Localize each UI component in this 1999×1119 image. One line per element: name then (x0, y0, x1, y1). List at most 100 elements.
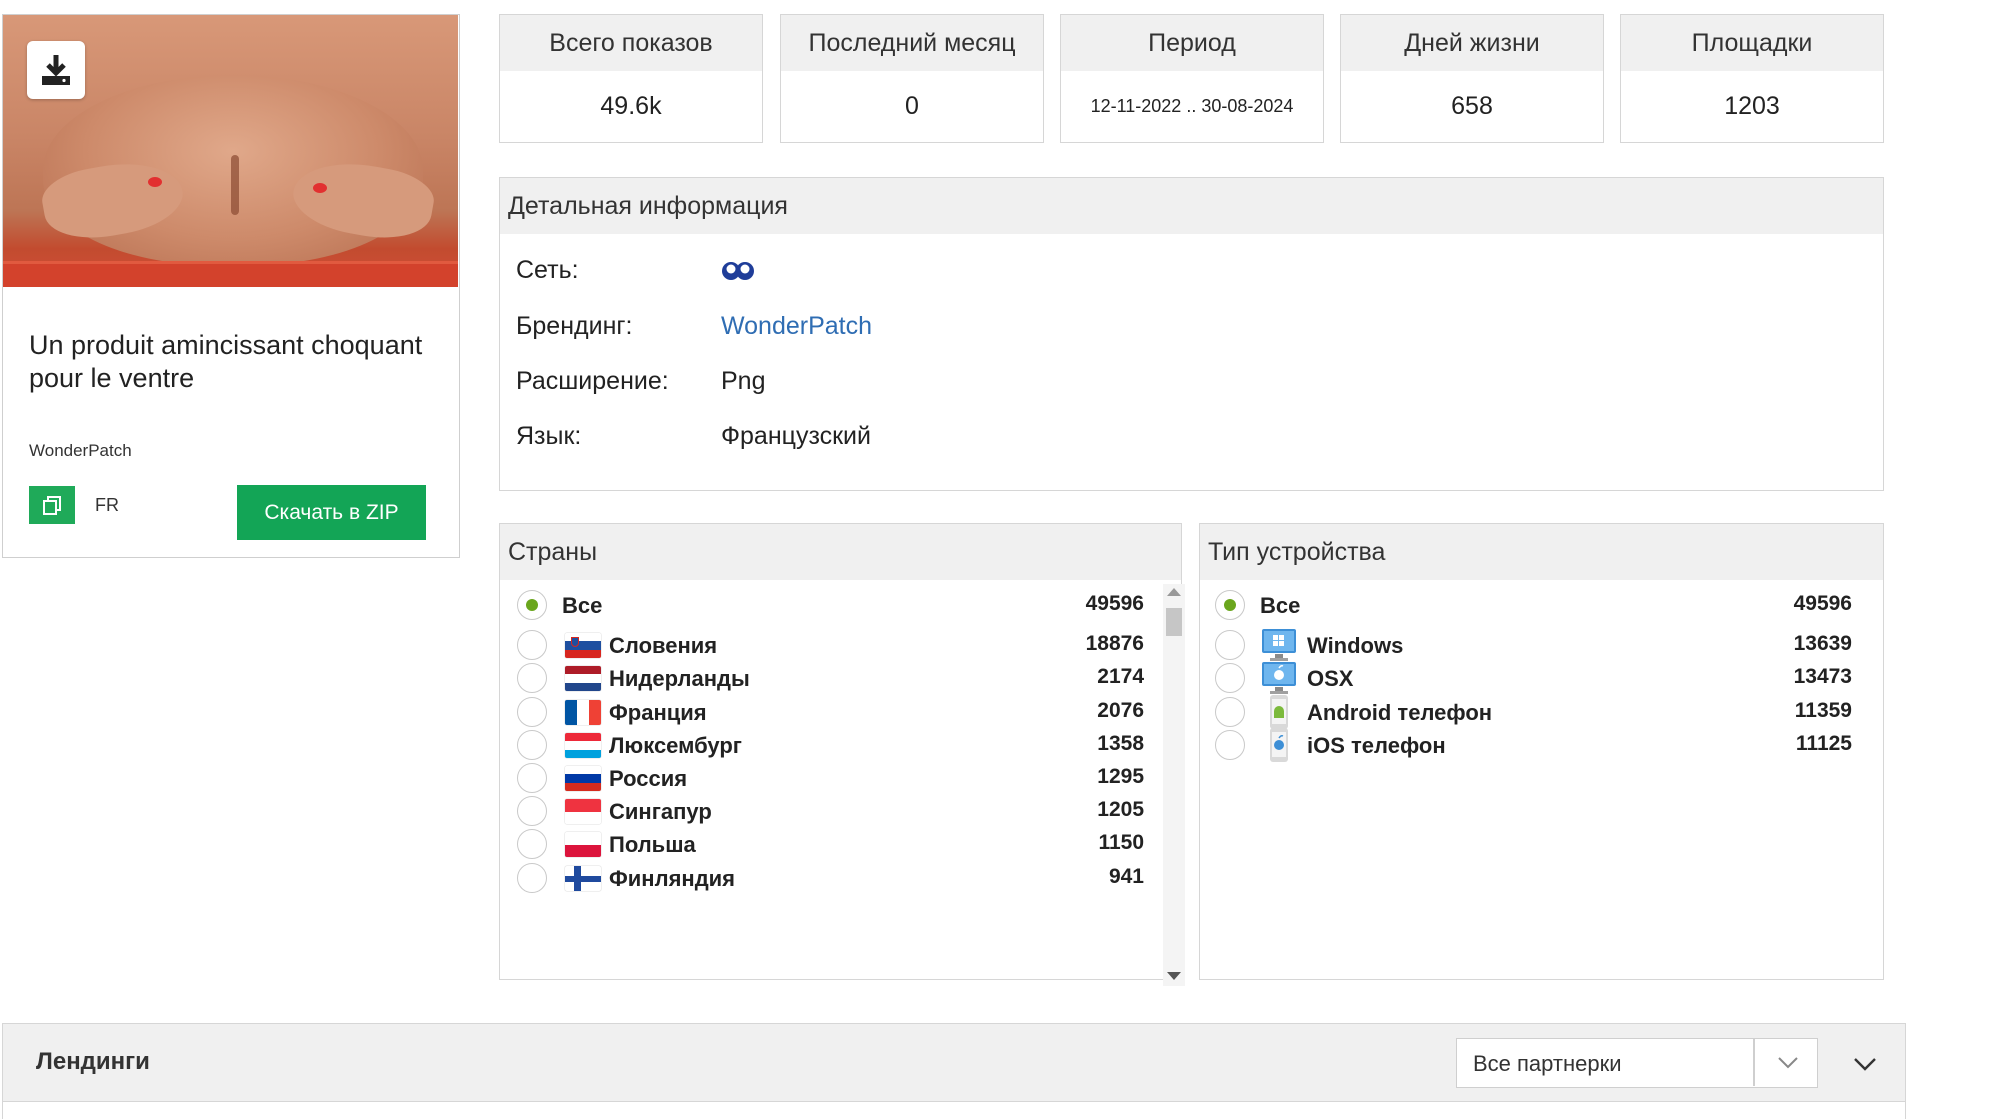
flag-lu-icon (565, 733, 601, 758)
country-count: 1205 (1097, 798, 1144, 821)
country-count: 1150 (1098, 831, 1144, 854)
stat-value: 49.6k (600, 92, 662, 120)
country-count: 2076 (1097, 699, 1144, 722)
stat-label: Всего показов (500, 15, 762, 71)
flag-si-icon (565, 633, 601, 658)
copy-button[interactable] (29, 486, 75, 524)
ad-title: Un produit amincissant choquant pour le … (29, 330, 423, 393)
scroll-up-arrow-icon[interactable] (1167, 588, 1181, 596)
stat-value: 12-11-2022 .. 30-08-2024 (1090, 96, 1294, 116)
country-count: 18876 (1085, 632, 1144, 655)
country-radio[interactable] (517, 863, 547, 893)
country-name: Финляндия (609, 866, 736, 891)
flag-pl-icon (565, 832, 601, 857)
stat-platforms: Площадки 1203 (1620, 14, 1884, 143)
scroll-down-arrow-icon[interactable] (1167, 972, 1181, 980)
country-row[interactable]: Все 49596 (500, 584, 1160, 626)
country-name: Нидерланды (609, 666, 750, 691)
branding-link[interactable]: WonderPatch (721, 312, 872, 341)
country-name: Все (562, 593, 603, 618)
partner-select[interactable]: Все партнерки (1456, 1038, 1818, 1088)
stat-period: Период 12-11-2022 .. 30-08-2024 (1060, 14, 1324, 143)
country-radio[interactable] (517, 796, 547, 826)
country-name: Словения (609, 633, 718, 658)
country-name: Сингапур (609, 799, 712, 824)
partner-select-value: Все партнерки (1473, 1051, 1622, 1076)
device-count: 11125 (1795, 732, 1852, 755)
country-count: 1295 (1097, 765, 1144, 788)
device-radio[interactable] (1215, 730, 1245, 760)
device-radio[interactable] (1215, 663, 1245, 693)
country-count: 1358 (1097, 732, 1144, 755)
stat-value: 658 (1451, 92, 1493, 120)
landings-header[interactable]: Лендинги Все партнерки (3, 1024, 1905, 1102)
device-name: Windows (1307, 633, 1404, 658)
flag-ru-icon (565, 766, 601, 791)
device-name: iOS телефон (1307, 733, 1446, 758)
country-count: 941 (1108, 865, 1144, 888)
device-radio[interactable] (1215, 590, 1245, 620)
country-name: Россия (609, 766, 688, 791)
stat-value: 0 (905, 92, 919, 120)
stat-days-alive: Дней жизни 658 (1340, 14, 1604, 143)
network-label: Сеть: (516, 256, 579, 284)
flag-sg-icon (565, 799, 601, 824)
countries-title: Страны (500, 524, 1181, 580)
country-name: Польша (609, 832, 696, 857)
details-panel: Детальная информация Сеть: Брендинг: Won… (499, 177, 1884, 491)
landings-title: Лендинги (36, 1048, 150, 1075)
scroll-thumb[interactable] (1166, 608, 1182, 636)
device-name: Все (1260, 593, 1301, 618)
stat-value: 1203 (1724, 92, 1780, 120)
device-row[interactable]: iOS телефон 11125 (1200, 724, 1870, 766)
stat-total-impressions: Всего показов 49.6k (499, 14, 763, 143)
ad-preview-card: Un produit amincissant choquant pour le … (2, 14, 460, 558)
flag-fr-icon (565, 700, 601, 725)
device-row[interactable]: Все 49596 (1200, 584, 1870, 626)
country-radio[interactable] (517, 590, 547, 620)
language-value: Французский (721, 422, 871, 450)
chevron-down-icon[interactable] (1775, 1049, 1801, 1080)
stat-label: Последний месяц (781, 15, 1043, 71)
language-label: Язык: (516, 422, 582, 450)
device-name: OSX (1307, 666, 1354, 691)
device-count: 13639 (1793, 632, 1852, 655)
flag-fi-icon (565, 866, 601, 891)
ad-brand: WonderPatch (29, 441, 132, 460)
landings-panel: Лендинги Все партнерки (2, 1023, 1906, 1119)
download-icon[interactable] (27, 41, 85, 99)
country-name: Франция (609, 700, 707, 725)
extension-value: Png (721, 367, 766, 395)
country-row[interactable]: Финляндия 941 (500, 857, 1160, 899)
devices-panel: Тип устройства Все 49596 Windows 13639 OSX 13… (1199, 523, 1884, 980)
branding-label: Брендинг: (516, 312, 633, 340)
collapse-chevron-icon[interactable] (1851, 1050, 1879, 1083)
device-radio[interactable] (1215, 697, 1245, 727)
country-count: 2174 (1097, 665, 1144, 688)
country-radio[interactable] (517, 663, 547, 693)
countries-panel: Страны Все 49596 Словения 18876 Нидерланды 21… (499, 523, 1185, 986)
details-title: Детальная информация (500, 178, 1883, 234)
country-radio[interactable] (517, 829, 547, 859)
device-radio[interactable] (1215, 630, 1245, 660)
download-zip-button[interactable]: Скачать в ZIP (237, 485, 426, 540)
flag-nl-icon (565, 666, 601, 691)
ad-creative-image (3, 15, 458, 287)
country-name: Люксембург (609, 733, 742, 758)
country-radio[interactable] (517, 763, 547, 793)
device-count: 11359 (1794, 699, 1852, 722)
extension-label: Расширение: (516, 367, 669, 395)
stat-label: Площадки (1621, 15, 1883, 71)
countries-scrollbar[interactable] (1163, 584, 1185, 986)
country-radio[interactable] (517, 730, 547, 760)
country-radio[interactable] (517, 697, 547, 727)
ad-language: FR (95, 495, 119, 515)
device-count: 49596 (1793, 592, 1852, 615)
network-logo-icon (721, 258, 755, 289)
ios-phone-icon (1260, 727, 1298, 763)
country-count: 49596 (1085, 592, 1144, 615)
stat-label: Период (1061, 15, 1323, 71)
country-radio[interactable] (517, 630, 547, 660)
stat-label: Дней жизни (1341, 15, 1603, 71)
devices-title: Тип устройства (1200, 524, 1883, 580)
